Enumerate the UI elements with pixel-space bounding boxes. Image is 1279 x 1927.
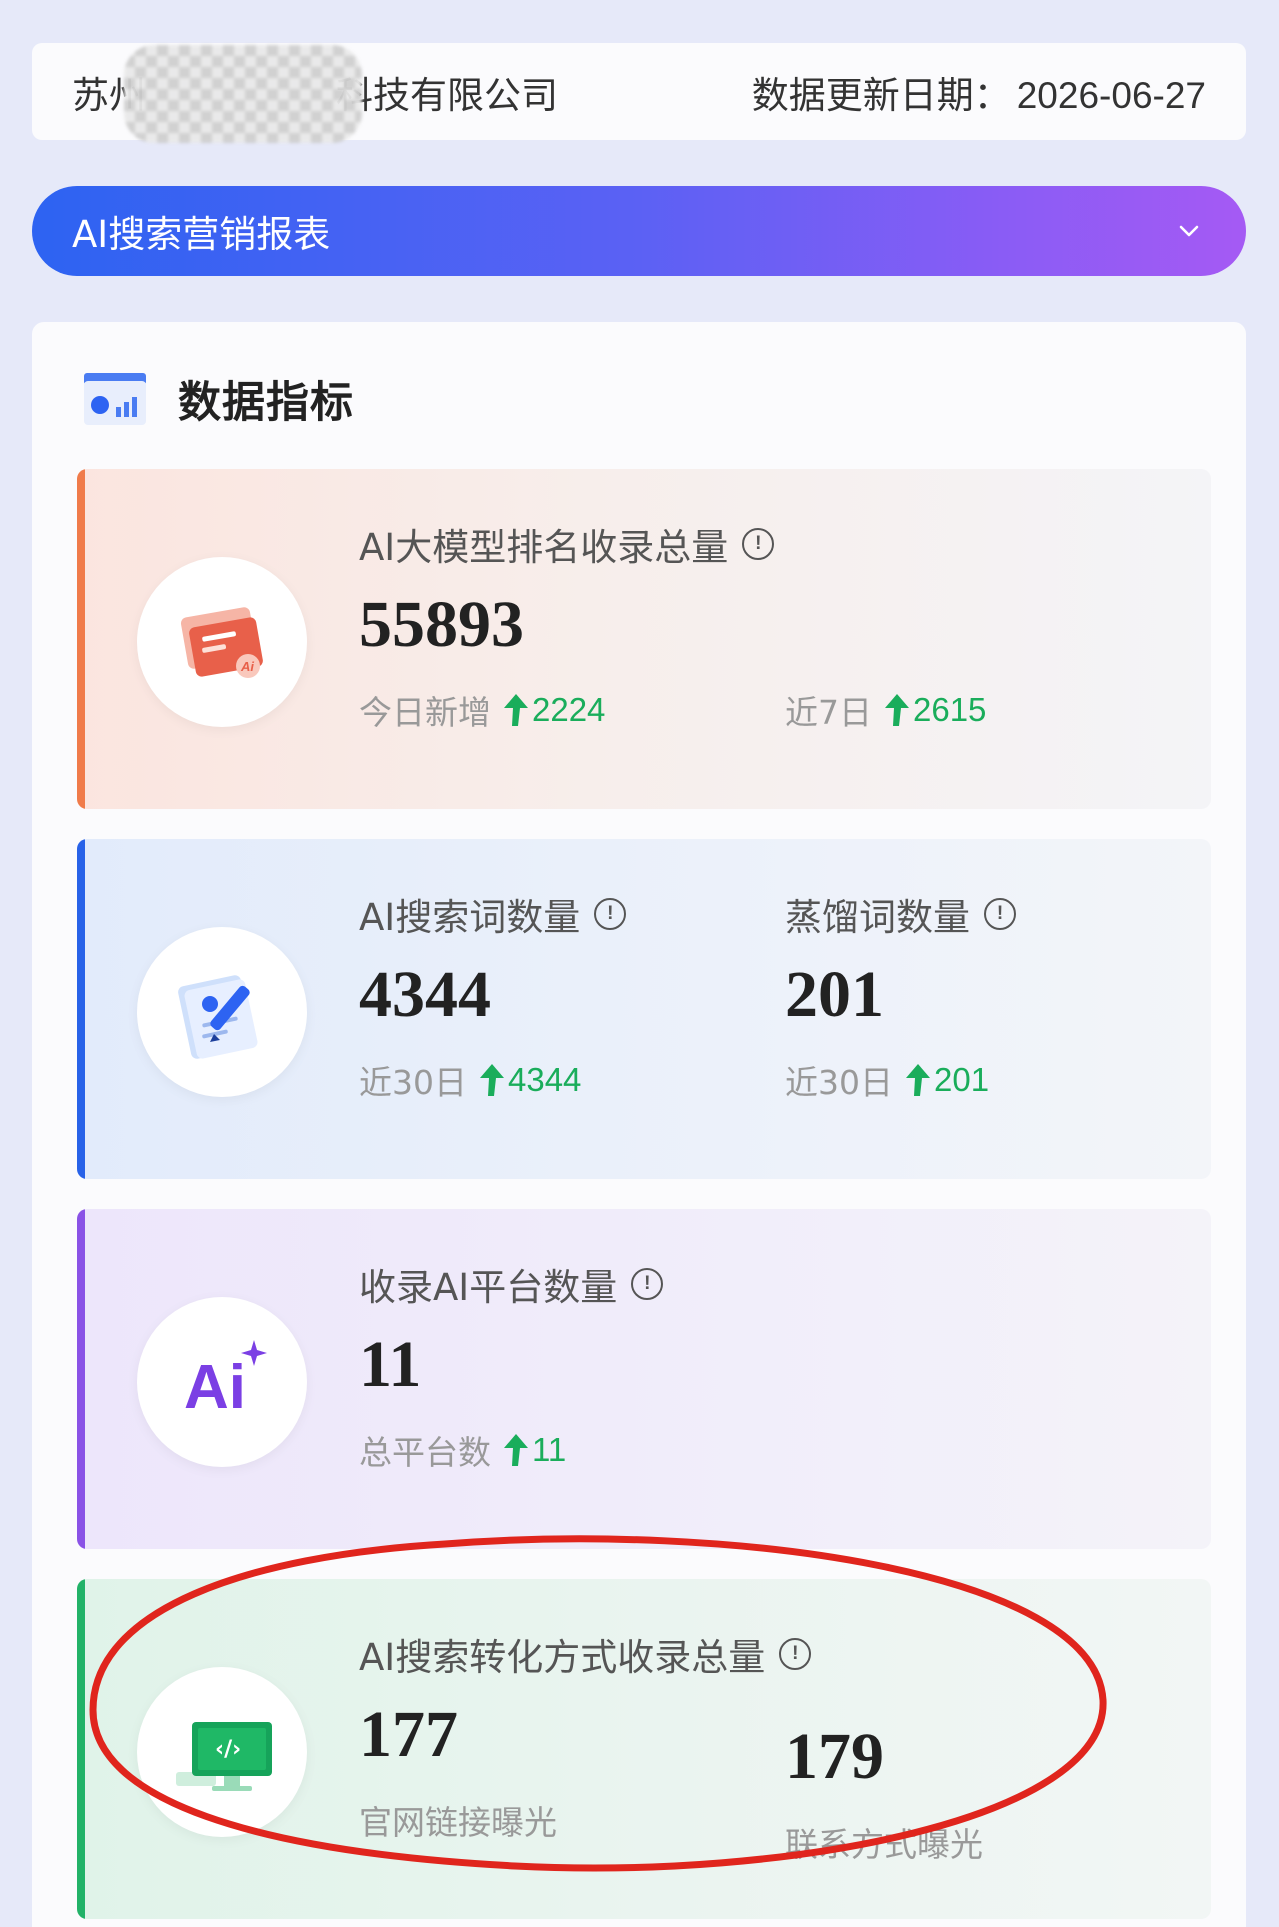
card-accent-bar [77,1579,85,1919]
stat-total-platforms: 总平台数 11 [359,1426,663,1474]
report-select-label: AI搜索营销报表 [72,213,331,256]
redaction-mosaic [124,44,362,143]
info-icon[interactable]: ! [742,528,775,560]
update-date-value: 2026-06-27 [1016,74,1206,116]
metric-platform-count: 收录AI平台数量! 11 总平台数 11 [359,1257,664,1474]
stat-30days: 近30日 4344 [359,1056,626,1104]
company-name: 苏州 科技有限公司 [72,44,558,143]
update-date-label: 数据更新日期： [751,73,1011,117]
stat-today: 今日新增 2224 [359,686,785,734]
metric-value: 4344 [359,958,491,1031]
stat-delta: 11 [532,1431,567,1469]
arrow-up-icon [906,1064,930,1097]
document-ai-icon: Ai [137,557,307,727]
stat-delta: 2615 [913,691,987,729]
section-header: 数据指标 [82,368,354,430]
metric-card-platforms: Ai 收录AI平台数量! 11 总平台数 11 [77,1209,1211,1549]
arrow-up-icon [504,694,528,727]
ai-sparkle-icon: Ai [137,1297,307,1467]
card-accent-bar [77,469,85,809]
arrow-up-icon [885,694,909,727]
update-date: 数据更新日期： 2026-06-27 [752,65,1206,119]
chevron-down-icon [1179,225,1199,237]
metric-card-search-words: AI搜索词数量! 4344 近30日 4344 蒸馏词数量! 201 近30日 … [77,839,1211,1179]
dashboard-icon [84,373,146,425]
annotation-ellipse [89,1535,1107,1872]
metric-label: AI搜索词数量 [359,896,581,939]
card-accent-bar [77,839,85,1179]
company-name-suffix: 科技有限公司 [336,73,558,117]
arrow-up-icon [480,1064,504,1097]
metric-label: AI大模型排名收录总量 [359,526,729,569]
info-icon[interactable]: ! [594,898,627,930]
metric-distill-words: 蒸馏词数量! 201 近30日 201 [785,887,1016,1104]
info-icon[interactable]: ! [631,1268,664,1300]
metric-search-words: AI搜索词数量! 4344 近30日 4344 [359,887,627,1104]
metric-ranking-total: AI大模型排名收录总量! 55893 今日新增 2224 近7日 2615 [359,517,986,734]
stat-label: 近30日 [359,1063,467,1103]
stat-delta: 4344 [508,1061,582,1099]
document-pen-icon [137,927,307,1097]
section-title: 数据指标 [178,378,354,428]
metric-value: 201 [785,958,884,1031]
ai-icon-text: Ai [184,1353,246,1422]
metric-label: 收录AI平台数量 [359,1266,618,1309]
stat-7days: 近7日 2615 [785,686,986,734]
metric-card-ranking: Ai AI大模型排名收录总量! 55893 今日新增 2224 近7日 2615 [77,469,1211,809]
info-icon[interactable]: ! [984,898,1016,930]
stat-label: 总平台数 [359,1433,491,1473]
stat-delta: 2224 [532,691,606,729]
stat-label: 近30日 [785,1063,893,1103]
stat-label: 今日新增 [359,693,491,733]
arrow-up-icon [504,1434,528,1467]
card-accent-bar [77,1209,85,1549]
stat-label: 近7日 [785,693,872,733]
report-select[interactable]: AI搜索营销报表 [32,186,1246,276]
metric-value: 11 [359,1328,422,1401]
svg-text:Ai: Ai [240,659,254,674]
stat-delta: 201 [934,1061,990,1099]
stat-30days: 近30日 201 [785,1056,1016,1104]
metric-label: 蒸馏词数量 [785,896,970,939]
header-bar: 苏州 科技有限公司 数据更新日期： 2026-06-27 [32,43,1246,143]
metric-value: 55893 [359,588,524,661]
